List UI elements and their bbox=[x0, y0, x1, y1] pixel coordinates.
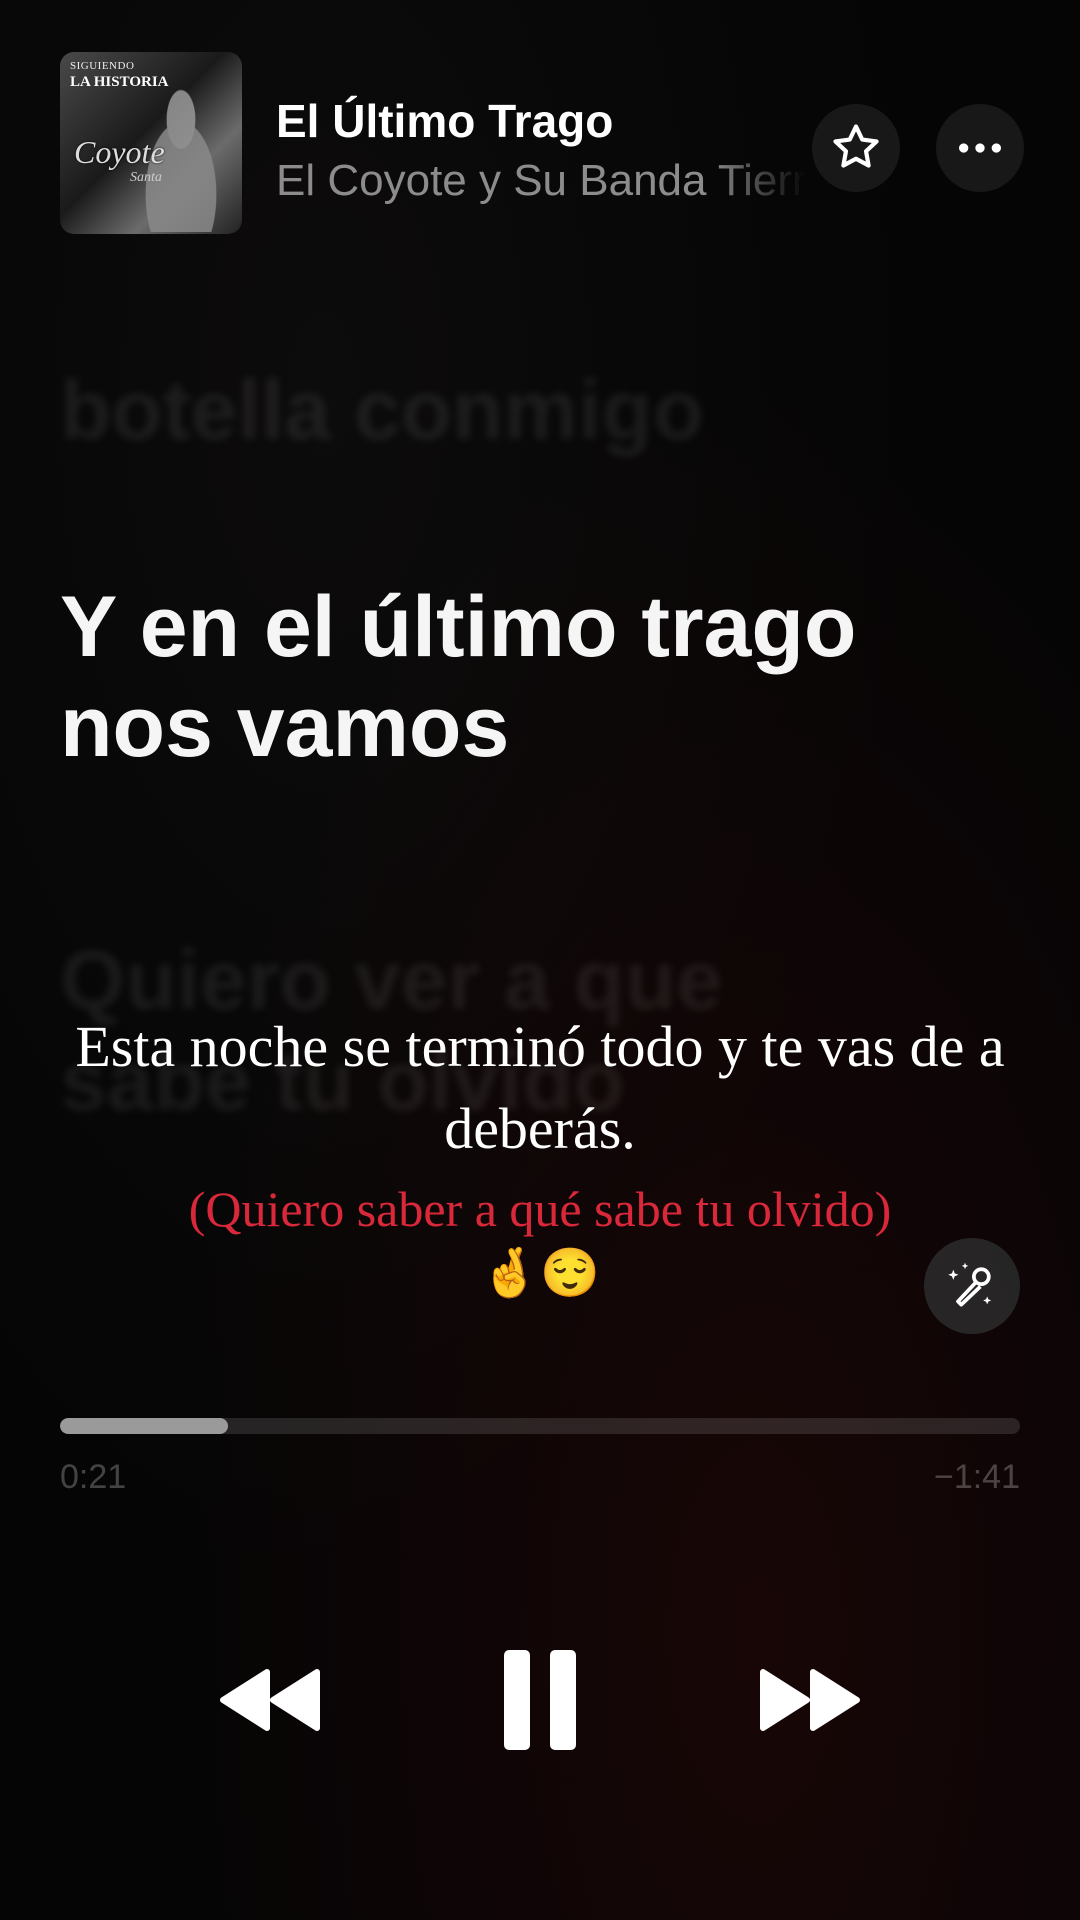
now-playing-header: SIGUIENDO LA HISTORIA Coyote Santa El Úl… bbox=[0, 0, 1080, 260]
lyric-current-line-1: Y en el último trago bbox=[60, 579, 857, 675]
song-title[interactable]: El Último Trago bbox=[276, 94, 613, 148]
lyric-current-line[interactable]: Y en el último trago nos vamos bbox=[60, 578, 1000, 778]
playback-scrubber[interactable] bbox=[60, 1418, 1020, 1434]
rewind-button[interactable] bbox=[200, 1650, 340, 1750]
artwork-label-top: SIGUIENDO bbox=[70, 60, 135, 72]
lyric-previous-line[interactable]: botella conmigo bbox=[60, 360, 704, 461]
backward-icon bbox=[220, 1669, 320, 1731]
forward-button[interactable] bbox=[740, 1650, 880, 1750]
pause-icon bbox=[504, 1650, 576, 1750]
caption-emoji: 🤞😌 bbox=[480, 1246, 600, 1300]
forward-icon bbox=[760, 1669, 860, 1731]
ellipsis-icon bbox=[959, 143, 1001, 153]
artwork-logo: Coyote bbox=[74, 134, 165, 170]
elapsed-time: 0:21 bbox=[60, 1458, 127, 1496]
lyric-current-line-2: nos vamos bbox=[60, 678, 510, 775]
caption-main-text: Esta noche se terminó todo y te vas de a… bbox=[75, 1014, 1005, 1162]
remaining-time: −1:41 bbox=[933, 1458, 1020, 1496]
favorite-button[interactable] bbox=[812, 104, 900, 192]
album-artwork[interactable]: SIGUIENDO LA HISTORIA Coyote Santa bbox=[60, 52, 242, 234]
song-artist[interactable]: El Coyote y Su Banda Tierra Santa bbox=[276, 156, 806, 206]
pause-button[interactable] bbox=[490, 1640, 590, 1760]
playback-progress-fill bbox=[60, 1418, 228, 1434]
caption-sub-text: (Quiero saber a qué sabe tu olvido) bbox=[188, 1180, 892, 1237]
star-outline-icon bbox=[833, 124, 879, 168]
microphone-sparkle-icon bbox=[948, 1262, 992, 1307]
artwork-sub: Santa bbox=[130, 170, 162, 185]
artwork-label-main: LA HISTORIA bbox=[70, 74, 169, 90]
more-options-button[interactable] bbox=[936, 104, 1024, 192]
sing-button[interactable] bbox=[924, 1238, 1020, 1334]
story-caption: Esta noche se terminó todo y te vas de a… bbox=[40, 1006, 1040, 1302]
